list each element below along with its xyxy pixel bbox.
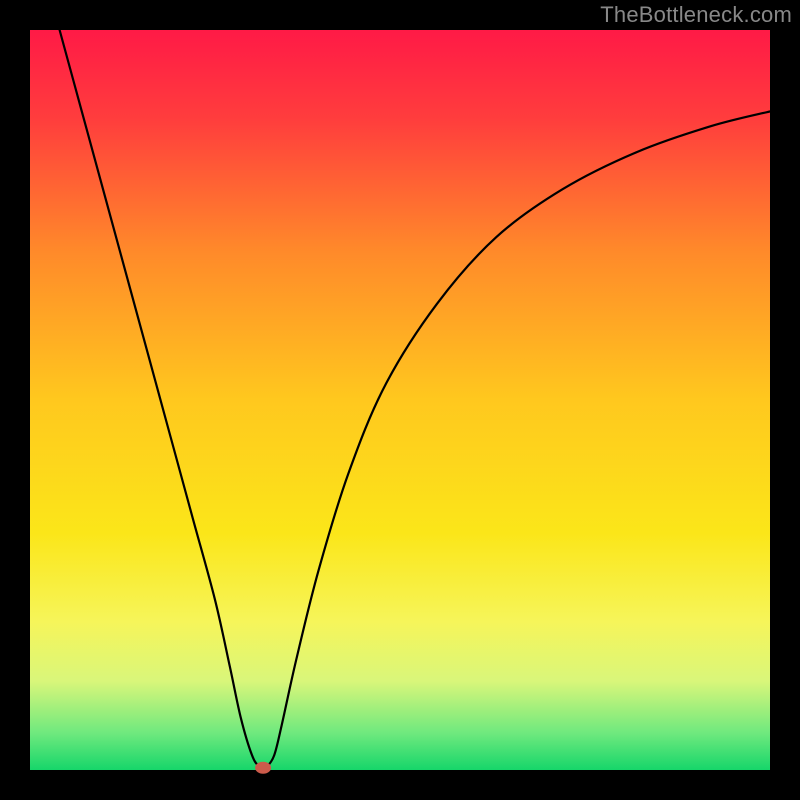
chart-container: { "watermark": "TheBottleneck.com", "cha… (0, 0, 800, 800)
bottleneck-chart (0, 0, 800, 800)
plot-background (30, 30, 770, 770)
optimal-point-marker (255, 762, 271, 774)
watermark-text: TheBottleneck.com (600, 2, 792, 28)
